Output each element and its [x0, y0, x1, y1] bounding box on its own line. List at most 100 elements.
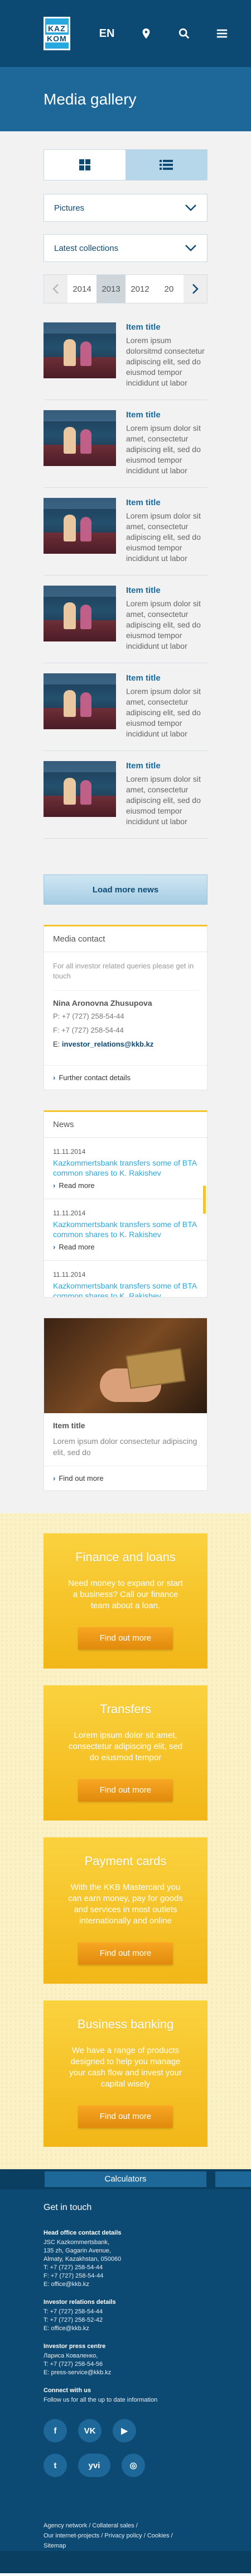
promo-title: Payment cards [84, 1854, 167, 1868]
language-switcher[interactable]: EN [99, 27, 115, 40]
calculators-button[interactable]: Calculators [45, 2171, 206, 2187]
contact-line: Лариса Коваленко, [44, 2352, 98, 2359]
gallery-item-title[interactable]: Item title [126, 322, 207, 332]
gallery-thumbnail[interactable] [44, 322, 116, 378]
feature-link-label: Find out more [59, 1474, 104, 1482]
year-2012[interactable]: 2012 [126, 275, 155, 303]
contact-phone: P: +7 (727) 258-54-44 [53, 1012, 124, 1020]
address-line: 135 zh, Gagarin Avenue, [44, 2247, 111, 2254]
gallery-thumbnail[interactable] [44, 761, 116, 817]
list-view-button[interactable] [126, 150, 207, 180]
load-more-button[interactable]: Load more news [44, 874, 207, 905]
gallery-item[interactable]: Item title Lorem ipsum dolor sit amet, co… [44, 488, 207, 576]
promo-button[interactable]: Find out more [78, 1942, 173, 1965]
gallery-item-title[interactable]: Item title [126, 586, 207, 595]
further-contact-link[interactable]: › Further contact details [44, 1065, 207, 1090]
menu-icon[interactable] [216, 27, 228, 40]
gallery-list: Item title Lorem ipsum dolorsitmd consect… [44, 312, 207, 839]
news-scrollbar[interactable] [203, 1186, 206, 1214]
year-2014[interactable]: 2014 [67, 275, 96, 303]
year-2013[interactable]: 2013 [96, 275, 126, 303]
gallery-item[interactable]: Item title Lorem ipsum dolorsitmd consect… [44, 312, 207, 400]
gallery-item[interactable]: Item title Lorem ipsum dolor sit amet, co… [44, 751, 207, 839]
news-card: News 11.11.2014 Kazkommertsbank transfer… [44, 1110, 207, 1297]
list-icon [160, 160, 173, 170]
contact-line: T: +7 (727) 258-54-44 [44, 2308, 103, 2315]
feature-card: Item title Lorem ipsum dolor consectetur… [44, 1318, 207, 1491]
news-heading: News [44, 1112, 207, 1138]
contact-line: T: +7 (727) 258-52-42 [44, 2317, 103, 2323]
twitter-icon[interactable]: t [44, 2454, 67, 2477]
promo-section: Finance and loans Need money to expand o… [0, 1513, 251, 2169]
contact-email-row: E: investor_relations@kkb.kz [53, 1040, 198, 1048]
top-navigation-bar: KAZ KOM EN [0, 0, 251, 67]
gallery-thumbnail[interactable] [44, 410, 116, 466]
head-office-label: Head office contact details [44, 2230, 122, 2236]
contact-email-label: E: [53, 1040, 60, 1048]
chevron-right-icon: › [53, 1073, 56, 1082]
gallery-item-desc: Lorem ipsum dolor sit amet, consectetur … [126, 511, 201, 563]
news-list[interactable]: 11.11.2014 Kazkommertsbank transfers som… [44, 1138, 207, 1297]
gallery-thumbnail[interactable] [44, 586, 116, 641]
vk-icon[interactable]: VK [78, 2419, 102, 2442]
footer: Calculators Get in touch Head office con… [0, 2169, 251, 2573]
youtube-icon[interactable]: ▶ [113, 2419, 136, 2442]
news-title-link[interactable]: Kazkommertsbank transfers some of BTA co… [53, 1158, 198, 1178]
promo-title: Business banking [77, 2017, 174, 2031]
footer-links-row[interactable]: Sitemap [44, 2541, 207, 2551]
social-links: f VK ▶ t yvi ◎ [44, 2419, 155, 2477]
logo-bottom-text: KOM [45, 35, 69, 42]
gallery-item-title[interactable]: Item title [126, 673, 207, 683]
promo-button[interactable]: Find out more [78, 1627, 173, 1650]
feature-photo[interactable] [44, 1318, 207, 1413]
year-prev-button[interactable] [44, 275, 67, 303]
calculators-next-tab[interactable] [215, 2171, 251, 2187]
collection-value: Latest collections [54, 243, 119, 253]
read-more-link[interactable]: › Read more [53, 1181, 198, 1190]
facebook-icon[interactable]: f [44, 2419, 67, 2442]
gallery-item-title[interactable]: Item title [126, 410, 207, 420]
contact-line: T: +7 (727) 258-54-56 [44, 2361, 103, 2368]
gallery-thumbnail[interactable] [44, 673, 116, 729]
gallery-thumbnail[interactable] [44, 498, 116, 554]
media-type-select[interactable]: Pictures [44, 194, 207, 222]
promo-button[interactable]: Find out more [78, 2106, 173, 2128]
head-office-details: Head office contact details JSC Kazkomme… [44, 2230, 207, 2289]
instagram-icon[interactable]: ◎ [122, 2454, 145, 2477]
chevron-right-icon [192, 284, 199, 294]
view-toggle [44, 149, 207, 180]
collection-select[interactable]: Latest collections [44, 234, 207, 262]
yvision-icon[interactable]: yvi [78, 2454, 110, 2477]
promo-text: Lorem ipsum dolor sit amet, consectetur … [68, 1731, 183, 1762]
contact-line[interactable]: E: office@kkb.kz [44, 2280, 207, 2289]
gallery-item-title[interactable]: Item title [126, 498, 207, 507]
read-more-link[interactable]: › Read more [53, 1243, 198, 1251]
contact-line[interactable]: E: office@kkb.kz [44, 2325, 207, 2333]
footer-links-row[interactable]: Our internet-projects / Privacy policy /… [44, 2531, 207, 2541]
location-icon[interactable] [140, 27, 152, 40]
contact-fax: F: +7 (727) 258-54-44 [53, 1026, 124, 1034]
gallery-item[interactable]: Item title Lorem ipsum dolor sit amet, co… [44, 400, 207, 488]
feature-find-out-more[interactable]: › Find out more [44, 1466, 207, 1490]
promo-text: With the KKB Mastercard you can earn mon… [68, 1883, 183, 1926]
year-next-button[interactable] [184, 275, 207, 303]
news-title-link[interactable]: Kazkommertsbank transfers some of BTA co… [53, 1281, 198, 1297]
gallery-item-title[interactable]: Item title [126, 761, 207, 771]
gallery-item-desc: Lorem ipsum dolor sit amet, consectetur … [126, 424, 201, 475]
address-line: Almaty, Kazakhstan, 050060 [44, 2256, 122, 2263]
grid-view-button[interactable] [44, 150, 126, 180]
promo-transfers: Transfers Lorem ipsum dolor sit amet, co… [44, 1685, 207, 1821]
promo-button[interactable]: Find out more [78, 1779, 173, 1802]
grid-icon [79, 159, 90, 170]
press-label: Investor press centre [44, 2343, 106, 2350]
contact-email-link[interactable]: investor_relations@kkb.kz [62, 1040, 153, 1048]
investor-details: Investor relations details T: +7 (727) 2… [44, 2299, 207, 2333]
gallery-item[interactable]: Item title Lorem ipsum dolor sit amet, co… [44, 663, 207, 751]
search-icon[interactable] [178, 27, 190, 40]
gallery-item[interactable]: Item title Lorem ipsum dolor sit amet, co… [44, 576, 207, 663]
news-title-link[interactable]: Kazkommertsbank transfers some of BTA co… [53, 1219, 198, 1239]
contact-line[interactable]: E: press-service@kkb.kz [44, 2369, 207, 2377]
footer-links-row[interactable]: Agency network / Collateral sales / [44, 2521, 207, 2531]
year-partial[interactable]: 20 [155, 275, 184, 303]
kkb-logo[interactable]: KAZ KOM [44, 17, 70, 50]
